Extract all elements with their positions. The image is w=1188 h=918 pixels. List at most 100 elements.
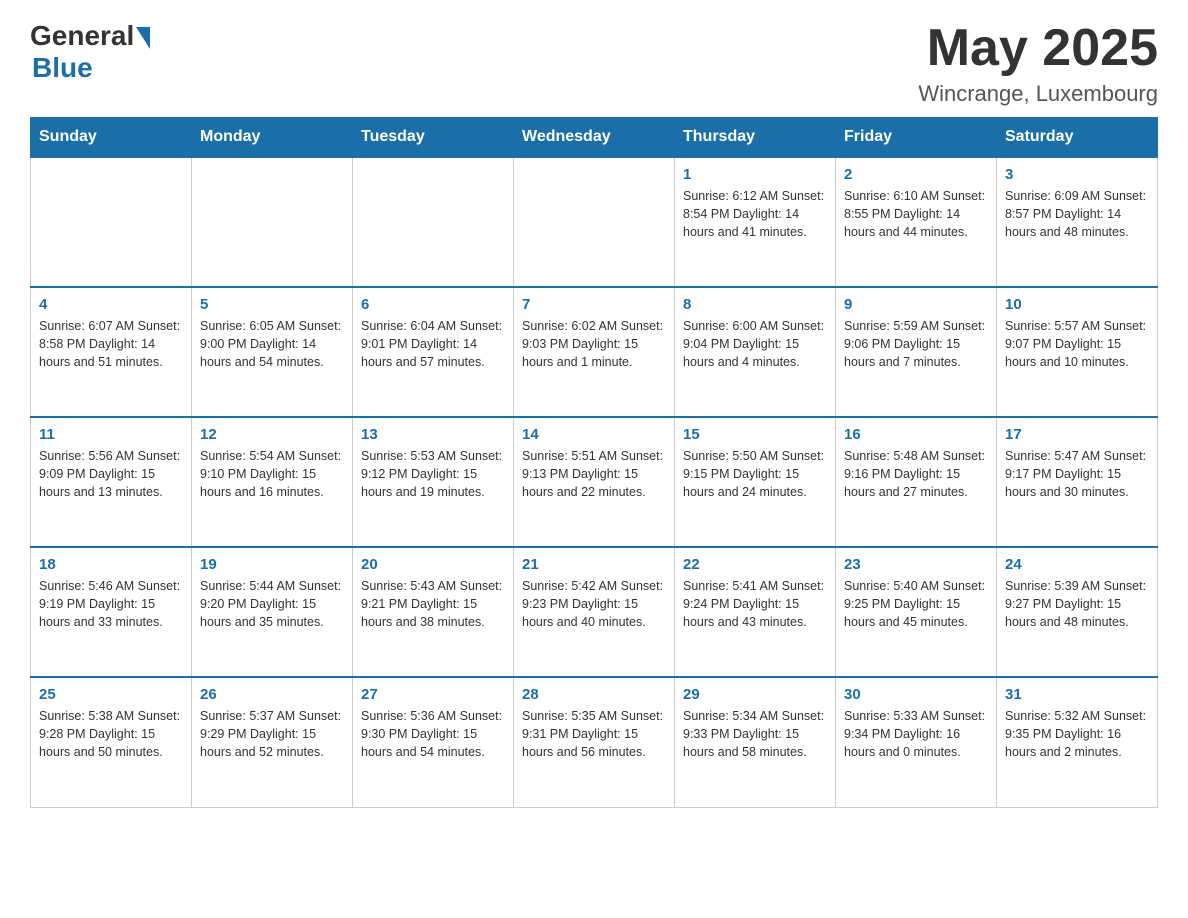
day-number: 7: [522, 296, 666, 313]
weekday-header-saturday: Saturday: [997, 118, 1158, 158]
calendar-cell: [353, 157, 514, 287]
day-info: Sunrise: 6:10 AM Sunset: 8:55 PM Dayligh…: [844, 187, 988, 241]
week-row-1: 1Sunrise: 6:12 AM Sunset: 8:54 PM Daylig…: [31, 157, 1158, 287]
week-row-2: 4 Sunrise: 6:07 AM Sunset: 8:58 PM Daylig…: [31, 287, 1158, 417]
day-number: 10: [1005, 296, 1149, 313]
calendar-cell: 17 Sunrise: 5:47 AM Sunset: 9:17 PM Dayli…: [997, 417, 1158, 547]
title-section: May 2025 Wincrange, Luxembourg: [918, 20, 1158, 107]
page-header: General Blue May 2025 Wincrange, Luxembo…: [30, 20, 1158, 107]
day-info: Sunrise: 5:41 AM Sunset: 9:24 PM Dayligh…: [683, 577, 827, 631]
day-number: 24: [1005, 556, 1149, 573]
calendar-cell: 25 Sunrise: 5:38 AM Sunset: 9:28 PM Dayli…: [31, 677, 192, 807]
logo: General Blue: [30, 20, 150, 84]
day-info: Sunrise: 6:07 AM Sunset: 8:58 PM Dayligh…: [39, 317, 183, 371]
day-number: 25: [39, 686, 183, 703]
calendar-cell: 16 Sunrise: 5:48 AM Sunset: 9:16 PM Dayli…: [836, 417, 997, 547]
calendar-cell: 26Sunrise: 5:37 AM Sunset: 9:29 PM Dayli…: [192, 677, 353, 807]
calendar-cell: 31Sunrise: 5:32 AM Sunset: 9:35 PM Dayli…: [997, 677, 1158, 807]
day-info: Sunrise: 5:36 AM Sunset: 9:30 PM Dayligh…: [361, 707, 505, 761]
day-number: 18: [39, 556, 183, 573]
day-info: Sunrise: 5:33 AM Sunset: 9:34 PM Dayligh…: [844, 707, 988, 761]
calendar-cell: 8 Sunrise: 6:00 AM Sunset: 9:04 PM Daylig…: [675, 287, 836, 417]
calendar-cell: 7 Sunrise: 6:02 AM Sunset: 9:03 PM Daylig…: [514, 287, 675, 417]
day-number: 31: [1005, 686, 1149, 703]
calendar-cell: 20Sunrise: 5:43 AM Sunset: 9:21 PM Dayli…: [353, 547, 514, 677]
day-number: 21: [522, 556, 666, 573]
week-row-4: 18 Sunrise: 5:46 AM Sunset: 9:19 PM Dayli…: [31, 547, 1158, 677]
day-info: Sunrise: 5:51 AM Sunset: 9:13 PM Dayligh…: [522, 447, 666, 501]
calendar-cell: 19 Sunrise: 5:44 AM Sunset: 9:20 PM Dayli…: [192, 547, 353, 677]
week-row-3: 11 Sunrise: 5:56 AM Sunset: 9:09 PM Dayli…: [31, 417, 1158, 547]
calendar-cell: 9Sunrise: 5:59 AM Sunset: 9:06 PM Daylig…: [836, 287, 997, 417]
calendar-cell: 27 Sunrise: 5:36 AM Sunset: 9:30 PM Dayli…: [353, 677, 514, 807]
weekday-header-row: SundayMondayTuesdayWednesdayThursdayFrid…: [31, 118, 1158, 158]
day-number: 11: [39, 426, 183, 443]
day-number: 23: [844, 556, 988, 573]
day-info: Sunrise: 5:56 AM Sunset: 9:09 PM Dayligh…: [39, 447, 183, 501]
calendar-cell: 10 Sunrise: 5:57 AM Sunset: 9:07 PM Dayli…: [997, 287, 1158, 417]
day-number: 3: [1005, 166, 1149, 183]
day-number: 22: [683, 556, 827, 573]
day-number: 8: [683, 296, 827, 313]
day-number: 14: [522, 426, 666, 443]
calendar-cell: 15 Sunrise: 5:50 AM Sunset: 9:15 PM Dayli…: [675, 417, 836, 547]
day-info: Sunrise: 5:57 AM Sunset: 9:07 PM Dayligh…: [1005, 317, 1149, 371]
day-info: Sunrise: 5:39 AM Sunset: 9:27 PM Dayligh…: [1005, 577, 1149, 631]
day-number: 5: [200, 296, 344, 313]
calendar-cell: [31, 157, 192, 287]
calendar-cell: 18 Sunrise: 5:46 AM Sunset: 9:19 PM Dayli…: [31, 547, 192, 677]
calendar-cell: 1Sunrise: 6:12 AM Sunset: 8:54 PM Daylig…: [675, 157, 836, 287]
calendar-table: SundayMondayTuesdayWednesdayThursdayFrid…: [30, 117, 1158, 808]
day-info: Sunrise: 5:48 AM Sunset: 9:16 PM Dayligh…: [844, 447, 988, 501]
weekday-header-monday: Monday: [192, 118, 353, 158]
day-info: Sunrise: 6:00 AM Sunset: 9:04 PM Dayligh…: [683, 317, 827, 371]
day-info: Sunrise: 5:54 AM Sunset: 9:10 PM Dayligh…: [200, 447, 344, 501]
day-number: 12: [200, 426, 344, 443]
day-info: Sunrise: 5:34 AM Sunset: 9:33 PM Dayligh…: [683, 707, 827, 761]
day-number: 17: [1005, 426, 1149, 443]
calendar-cell: 28 Sunrise: 5:35 AM Sunset: 9:31 PM Dayli…: [514, 677, 675, 807]
calendar-cell: 4 Sunrise: 6:07 AM Sunset: 8:58 PM Daylig…: [31, 287, 192, 417]
location-text: Wincrange, Luxembourg: [918, 81, 1158, 107]
day-info: Sunrise: 5:53 AM Sunset: 9:12 PM Dayligh…: [361, 447, 505, 501]
day-number: 27: [361, 686, 505, 703]
calendar-cell: 12 Sunrise: 5:54 AM Sunset: 9:10 PM Dayli…: [192, 417, 353, 547]
day-info: Sunrise: 6:02 AM Sunset: 9:03 PM Dayligh…: [522, 317, 666, 371]
day-info: Sunrise: 5:59 AM Sunset: 9:06 PM Dayligh…: [844, 317, 988, 371]
calendar-cell: 22 Sunrise: 5:41 AM Sunset: 9:24 PM Dayli…: [675, 547, 836, 677]
day-info: Sunrise: 5:46 AM Sunset: 9:19 PM Dayligh…: [39, 577, 183, 631]
calendar-cell: 21 Sunrise: 5:42 AM Sunset: 9:23 PM Dayli…: [514, 547, 675, 677]
day-number: 19: [200, 556, 344, 573]
weekday-header-friday: Friday: [836, 118, 997, 158]
day-info: Sunrise: 5:42 AM Sunset: 9:23 PM Dayligh…: [522, 577, 666, 631]
day-info: Sunrise: 6:04 AM Sunset: 9:01 PM Dayligh…: [361, 317, 505, 371]
calendar-cell: 6 Sunrise: 6:04 AM Sunset: 9:01 PM Daylig…: [353, 287, 514, 417]
day-number: 26: [200, 686, 344, 703]
day-info: Sunrise: 5:35 AM Sunset: 9:31 PM Dayligh…: [522, 707, 666, 761]
day-number: 6: [361, 296, 505, 313]
day-number: 15: [683, 426, 827, 443]
day-info: Sunrise: 5:50 AM Sunset: 9:15 PM Dayligh…: [683, 447, 827, 501]
day-number: 4: [39, 296, 183, 313]
logo-blue-text: Blue: [32, 52, 93, 84]
day-number: 2: [844, 166, 988, 183]
weekday-header-thursday: Thursday: [675, 118, 836, 158]
weekday-header-sunday: Sunday: [31, 118, 192, 158]
calendar-cell: 2 Sunrise: 6:10 AM Sunset: 8:55 PM Daylig…: [836, 157, 997, 287]
day-number: 30: [844, 686, 988, 703]
day-number: 16: [844, 426, 988, 443]
calendar-cell: [514, 157, 675, 287]
weekday-header-wednesday: Wednesday: [514, 118, 675, 158]
weekday-header-tuesday: Tuesday: [353, 118, 514, 158]
day-info: Sunrise: 5:44 AM Sunset: 9:20 PM Dayligh…: [200, 577, 344, 631]
calendar-cell: 11 Sunrise: 5:56 AM Sunset: 9:09 PM Dayli…: [31, 417, 192, 547]
calendar-cell: 23Sunrise: 5:40 AM Sunset: 9:25 PM Dayli…: [836, 547, 997, 677]
day-info: Sunrise: 5:38 AM Sunset: 9:28 PM Dayligh…: [39, 707, 183, 761]
day-info: Sunrise: 6:09 AM Sunset: 8:57 PM Dayligh…: [1005, 187, 1149, 241]
day-number: 28: [522, 686, 666, 703]
calendar-cell: 30 Sunrise: 5:33 AM Sunset: 9:34 PM Dayli…: [836, 677, 997, 807]
day-number: 29: [683, 686, 827, 703]
day-info: Sunrise: 5:47 AM Sunset: 9:17 PM Dayligh…: [1005, 447, 1149, 501]
day-info: Sunrise: 6:05 AM Sunset: 9:00 PM Dayligh…: [200, 317, 344, 371]
day-info: Sunrise: 5:43 AM Sunset: 9:21 PM Dayligh…: [361, 577, 505, 631]
